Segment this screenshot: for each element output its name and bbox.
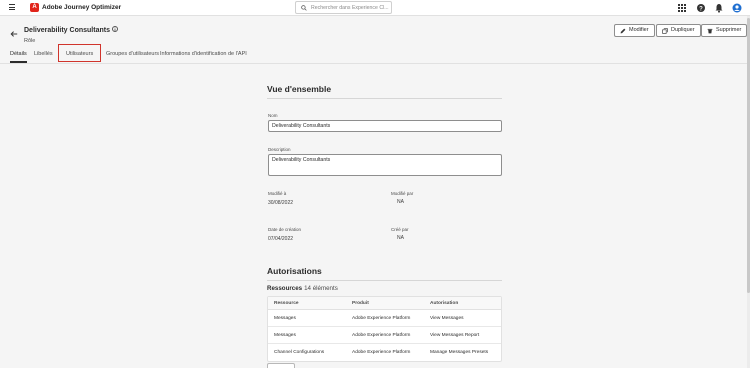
cell-product: Adobe Experience Platform bbox=[352, 333, 411, 338]
user-avatar-icon[interactable] bbox=[732, 3, 742, 13]
modified-by-label: Modifié par bbox=[391, 191, 414, 196]
cell-resource: Channel Configurations bbox=[274, 350, 325, 355]
resources-count: 14 éléments bbox=[304, 285, 338, 292]
modified-on-label: Modifié à bbox=[268, 191, 287, 196]
search-input[interactable]: Rechercher dans Experience Cl... bbox=[295, 1, 392, 14]
cell-permission: View Messages Report bbox=[430, 333, 480, 338]
pencil-icon bbox=[620, 28, 626, 33]
top-bar: A Adobe Journey Optimizer Rechercher dan… bbox=[0, 0, 750, 16]
search-icon bbox=[301, 4, 307, 11]
modified-by-value: NA bbox=[397, 199, 404, 205]
edit-button[interactable]: Modifier bbox=[614, 24, 655, 37]
overview-title: Vue d'ensemble bbox=[267, 84, 332, 94]
resources-label: Ressources bbox=[267, 285, 303, 292]
column-header-resource[interactable]: Ressource bbox=[274, 300, 299, 307]
table-header: Ressource Produit Autorisation bbox=[268, 297, 501, 310]
help-icon[interactable]: ? bbox=[696, 3, 706, 13]
table-row[interactable]: Channel Configurations Adobe Experience … bbox=[268, 344, 501, 361]
duplicate-button[interactable]: Dupliquer bbox=[656, 24, 701, 37]
permissions-title: Autorisations bbox=[267, 266, 322, 276]
show-more-button[interactable] bbox=[267, 363, 295, 368]
cell-product: Adobe Experience Platform bbox=[352, 350, 411, 355]
resources-heading: Ressources 14 éléments bbox=[267, 285, 338, 293]
tab-api-credentials[interactable]: Informations d'identification de l'API bbox=[160, 50, 247, 58]
search-placeholder: Rechercher dans Experience Cl... bbox=[311, 4, 389, 11]
delete-button-label: Supprimer bbox=[716, 27, 742, 33]
column-header-permission[interactable]: Autorisation bbox=[430, 300, 458, 307]
cell-resource: Messages bbox=[274, 316, 296, 321]
page-title-text: Deliverability Consultants bbox=[24, 27, 110, 34]
delete-button[interactable]: Supprimer bbox=[701, 24, 748, 37]
duplicate-button-label: Dupliquer bbox=[671, 27, 695, 33]
cell-resource: Messages bbox=[274, 333, 296, 338]
permissions-divider bbox=[267, 280, 502, 281]
back-arrow-icon[interactable] bbox=[10, 30, 18, 38]
created-by-value: NA bbox=[397, 235, 404, 241]
description-label: Description bbox=[268, 147, 291, 152]
adobe-logo-icon: A bbox=[30, 3, 39, 12]
notifications-icon[interactable] bbox=[714, 3, 724, 13]
cell-permission: Manage Messages Presets bbox=[430, 350, 489, 355]
edit-button-label: Modifier bbox=[629, 27, 649, 33]
name-label: Nom bbox=[268, 113, 278, 118]
svg-text:?: ? bbox=[699, 6, 703, 12]
created-on-value: 07/04/2022 bbox=[268, 236, 294, 242]
app-name[interactable]: Adobe Journey Optimizer bbox=[42, 3, 121, 13]
page-subtitle: Rôle bbox=[24, 38, 36, 44]
tab-user-groups[interactable]: Groupes d'utilisateurs bbox=[106, 50, 159, 58]
cell-product: Adobe Experience Platform bbox=[352, 316, 411, 321]
name-field[interactable]: Deliverability Consultants bbox=[268, 120, 502, 132]
created-by-label: Créé par bbox=[391, 227, 409, 232]
users-tab-highlight bbox=[58, 44, 101, 62]
page-title: Deliverability Consultants i bbox=[24, 26, 118, 36]
duplicate-icon bbox=[662, 27, 668, 34]
overview-divider bbox=[267, 98, 502, 99]
description-field[interactable]: Deliverability Consultants bbox=[268, 154, 502, 176]
tabs-divider bbox=[0, 63, 750, 64]
tab-details[interactable]: Détails bbox=[10, 50, 27, 58]
cell-permission: View Messages bbox=[430, 316, 464, 321]
trash-icon bbox=[707, 28, 713, 33]
modified-on-value: 30/08/2022 bbox=[268, 200, 294, 206]
table-row[interactable]: Messages Adobe Experience Platform View … bbox=[268, 310, 501, 327]
menu-icon[interactable] bbox=[9, 4, 15, 10]
table-row[interactable]: Messages Adobe Experience Platform View … bbox=[268, 327, 501, 344]
info-icon[interactable]: i bbox=[111, 26, 118, 32]
created-on-label: Date de création bbox=[268, 227, 302, 232]
permissions-table: Ressource Produit Autorisation Messages … bbox=[267, 296, 502, 362]
tab-labels[interactable]: Libellés bbox=[34, 50, 53, 58]
apps-grid-icon[interactable] bbox=[677, 3, 687, 13]
column-header-product[interactable]: Produit bbox=[352, 300, 369, 307]
